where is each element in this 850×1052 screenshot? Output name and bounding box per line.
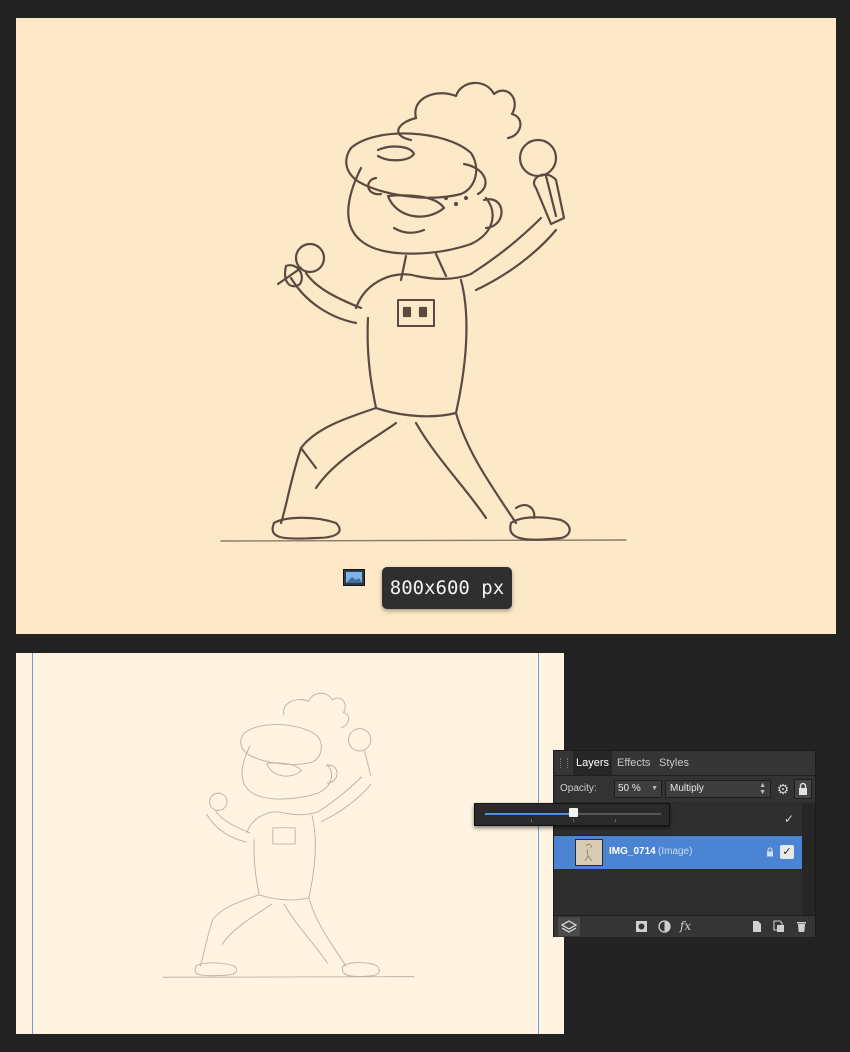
duplicate-icon[interactable] bbox=[771, 919, 786, 934]
opacity-slider-thumb[interactable] bbox=[568, 808, 578, 817]
opacity-row: Opacity: 50 % ▼ Multiply ▲ ▼ ⚙ bbox=[554, 776, 815, 802]
tab-effects[interactable]: Effects bbox=[614, 751, 653, 775]
new-layer-icon[interactable] bbox=[749, 919, 764, 934]
tab-layers[interactable]: Layers bbox=[573, 751, 613, 775]
chevron-down-icon: ▼ bbox=[651, 785, 658, 792]
layer-type: (Image) bbox=[658, 846, 693, 857]
panel-bottom-toolbar: fx bbox=[554, 915, 815, 937]
guide-line-right[interactable] bbox=[538, 653, 539, 1034]
opacity-slider-fill bbox=[485, 813, 573, 815]
opacity-value: 50 % bbox=[618, 783, 641, 794]
sketch-thumbnail-icon bbox=[584, 843, 593, 862]
gear-icon[interactable]: ⚙ bbox=[775, 781, 791, 797]
visibility-checkbox[interactable]: ✓ bbox=[780, 845, 794, 859]
panel-grip-handle[interactable] bbox=[560, 758, 568, 768]
slider-tick bbox=[615, 819, 616, 822]
panel-scrollbar[interactable] bbox=[802, 803, 815, 915]
dimension-badge: 800x600 px bbox=[382, 567, 512, 609]
adjustment-icon[interactable] bbox=[657, 919, 672, 934]
opacity-label: Opacity: bbox=[560, 783, 597, 794]
landscape-icon bbox=[346, 572, 362, 583]
panel-tabs: Layers Effects Styles bbox=[554, 751, 815, 776]
slider-tick bbox=[573, 819, 574, 822]
blend-mode-value: Multiply bbox=[670, 783, 704, 794]
blend-mode-select[interactable]: Multiply ▲ ▼ bbox=[665, 780, 771, 798]
layer-thumbnail bbox=[575, 839, 603, 866]
lock-icon[interactable] bbox=[766, 847, 774, 857]
opacity-field[interactable]: 50 % ▼ bbox=[614, 780, 662, 798]
layers-panel: Layers Effects Styles Opacity: 50 % ▼ Mu… bbox=[553, 750, 816, 937]
fx-icon[interactable]: fx bbox=[678, 919, 693, 934]
guide-line-left[interactable] bbox=[32, 653, 33, 1034]
trash-icon[interactable] bbox=[794, 919, 809, 934]
layer-name: IMG_0714 bbox=[609, 846, 656, 857]
visibility-check-icon[interactable]: ✓ bbox=[782, 812, 796, 826]
image-layer-icon bbox=[343, 569, 365, 586]
layers-icon bbox=[560, 920, 578, 933]
opacity-slider-popup bbox=[474, 803, 670, 826]
tab-styles[interactable]: Styles bbox=[656, 751, 692, 775]
lock-icon bbox=[799, 782, 807, 795]
layers-stack-button[interactable] bbox=[558, 917, 580, 936]
layer-row-selected[interactable]: IMG_0714 (Image) ✓ bbox=[554, 836, 802, 869]
character-sketch bbox=[220, 81, 627, 542]
artwork-canvas-bottom[interactable] bbox=[16, 653, 564, 1034]
lock-layer-button[interactable] bbox=[794, 779, 812, 799]
artwork-canvas-top[interactable]: 800x600 px bbox=[16, 18, 836, 634]
mask-icon[interactable] bbox=[634, 919, 649, 934]
updown-arrows-icon: ▲ ▼ bbox=[759, 782, 766, 796]
slider-tick bbox=[531, 819, 532, 822]
character-sketch-faded bbox=[162, 692, 415, 978]
